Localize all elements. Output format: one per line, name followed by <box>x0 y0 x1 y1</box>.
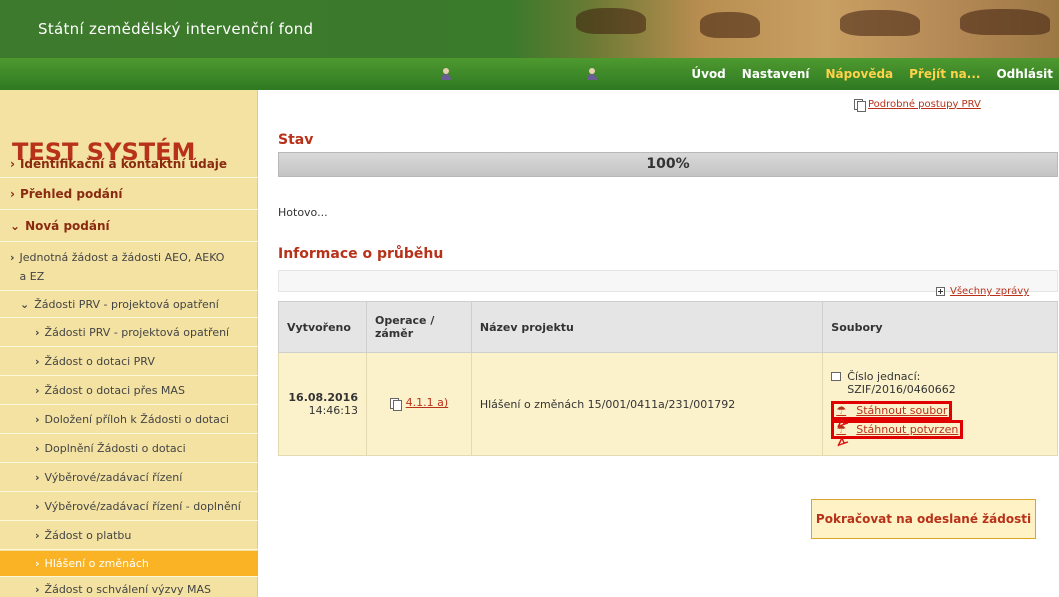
download-file-link[interactable]: Stáhnout soubor <box>831 400 953 428</box>
chevron-right-icon: › <box>10 251 15 264</box>
pdf-icon <box>836 404 852 428</box>
files-cell: Číslo jednací: SZIF/2016/0460662 Stáhnou… <box>822 352 1058 456</box>
download-confirmation-link[interactable]: Stáhnout potvrzen <box>831 419 964 447</box>
sidebar-item-dolozeni-priloh[interactable]: › Doložení příloh k Žádosti o dotaci <box>0 406 258 434</box>
col-created: Vytvořeno <box>278 301 367 353</box>
header: Státní zemědělský intervenční fond Úvod … <box>0 0 1059 90</box>
chevron-right-icon: › <box>35 557 40 570</box>
col-files: Soubory <box>822 301 1058 353</box>
table-header-row: Vytvořeno Operace / záměr Název projektu… <box>278 301 1058 353</box>
sidebar-item-zadost-o-platbu[interactable]: › Žádost o platbu <box>0 522 258 550</box>
chevron-right-icon: › <box>35 413 40 426</box>
chevron-right-icon: › <box>35 326 40 339</box>
site-title: Státní zemědělský intervenční fond <box>38 20 314 38</box>
pages-icon <box>389 397 402 411</box>
expand-icon <box>936 287 945 296</box>
chevron-right-icon: › <box>35 355 40 368</box>
user-icon <box>586 68 598 80</box>
chevron-down-icon: ⌄ <box>20 298 30 311</box>
sidebar-item-identifikacni-udaje[interactable]: › Identifikační a kontaktní údaje <box>0 150 258 178</box>
progress-text: 100% <box>646 156 690 172</box>
chevron-right-icon: › <box>35 500 40 513</box>
col-operation: Operace / záměr <box>365 301 472 353</box>
pages-icon <box>854 98 866 112</box>
operation-link[interactable]: 4.1.1 a) <box>389 396 448 411</box>
help-link-prv[interactable]: Podrobné postupy PRV <box>854 98 981 112</box>
chevron-right-icon: › <box>35 529 40 542</box>
chevron-right-icon: › <box>35 384 40 397</box>
continue-to-submitted-button[interactable]: Pokračovat na odeslané žádosti <box>811 499 1036 539</box>
chevron-right-icon: › <box>10 156 15 171</box>
created-date: 16.08.2016 <box>288 391 358 404</box>
nav-napoveda[interactable]: Nápověda <box>826 67 894 81</box>
status-heading: Stav <box>278 132 314 148</box>
col-project-name: Název projektu <box>470 301 824 353</box>
table-row: 16.08.2016 14:46:13 4.1.1 a) Hlášení o z… <box>278 352 1058 456</box>
sidebar-item-zadost-pres-mas[interactable]: › Žádost o dotaci přes MAS <box>0 377 258 405</box>
sidebar-item-zadost-o-dotaci-prv[interactable]: › Žádost o dotaci PRV <box>0 348 258 376</box>
sidebar-item-zadosti-prv[interactable]: ⌄ Žádosti PRV - projektová opatření <box>0 292 258 318</box>
sidebar-item-vyberove-rizeni-doplneni[interactable]: › Výběrové/zadávací řízení - doplnění <box>0 493 258 521</box>
sidebar-item-vyberove-rizeni[interactable]: › Výběrové/zadávací řízení <box>0 464 258 492</box>
chevron-right-icon: › <box>35 442 40 455</box>
user-icon <box>440 68 452 80</box>
nav-odhlasit[interactable]: Odhlásit <box>996 67 1053 81</box>
nav-nastaveni[interactable]: Nastavení <box>742 67 810 81</box>
nav-uvod[interactable]: Úvod <box>691 67 725 81</box>
reference-value: SZIF/2016/0460662 <box>847 382 956 396</box>
chevron-down-icon: ⌄ <box>10 219 21 233</box>
progress-table: Vytvořeno Operace / záměr Název projektu… <box>278 301 1058 456</box>
sidebar-item-schvaleni-vyzvy-mas[interactable]: › Žádost o schválení výzvy MAS <box>0 578 258 597</box>
sidebar-item-jednotna-zadost[interactable]: › Jednotná žádost a žádosti AEO, AEKO a E… <box>0 243 258 291</box>
book-icon <box>831 371 842 381</box>
chevron-right-icon: › <box>35 583 40 596</box>
sidebar-item-nova-podani[interactable]: ⌄ Nová podání <box>0 211 258 242</box>
nav-bar: Úvod Nastavení Nápověda Přejít na... Odh… <box>0 58 1059 90</box>
info-heading: Informace o průběhu <box>278 246 444 262</box>
all-messages-link[interactable]: Všechny zprávy <box>936 286 1029 297</box>
sidebar-item-hlaseni-o-zmenach[interactable]: › Hlášení o změnách <box>0 551 258 577</box>
created-time: 14:46:13 <box>308 404 358 417</box>
progress-bar: 100% <box>278 152 1058 177</box>
chevron-right-icon: › <box>10 187 15 201</box>
operation-cell: 4.1.1 a) <box>365 352 472 456</box>
chevron-right-icon: › <box>35 471 40 484</box>
nav-prejit-na[interactable]: Přejít na... <box>909 67 980 81</box>
sidebar-item-prehled-podani[interactable]: › Přehled podání <box>0 179 258 210</box>
sidebar: TEST SYSTÉM › Identifikační a kontaktní ú… <box>0 90 258 597</box>
pdf-icon <box>836 423 852 447</box>
project-cell: Hlášení o změnách 15/001/0411a/231/00179… <box>470 352 824 456</box>
banner: Státní zemědělský intervenční fond <box>0 0 1059 58</box>
sidebar-item-zadosti-prv-sub[interactable]: › Žádosti PRV - projektová opatření <box>0 319 258 347</box>
sidebar-item-doplneni-zadosti[interactable]: › Doplnění Žádosti o dotaci <box>0 435 258 463</box>
status-text: Hotovo... <box>278 206 328 219</box>
main-content: Podrobné postupy PRV Stav 100% Hotovo...… <box>258 90 1059 597</box>
created-cell: 16.08.2016 14:46:13 <box>278 352 367 456</box>
reference-number: Číslo jednací: <box>831 370 1049 383</box>
